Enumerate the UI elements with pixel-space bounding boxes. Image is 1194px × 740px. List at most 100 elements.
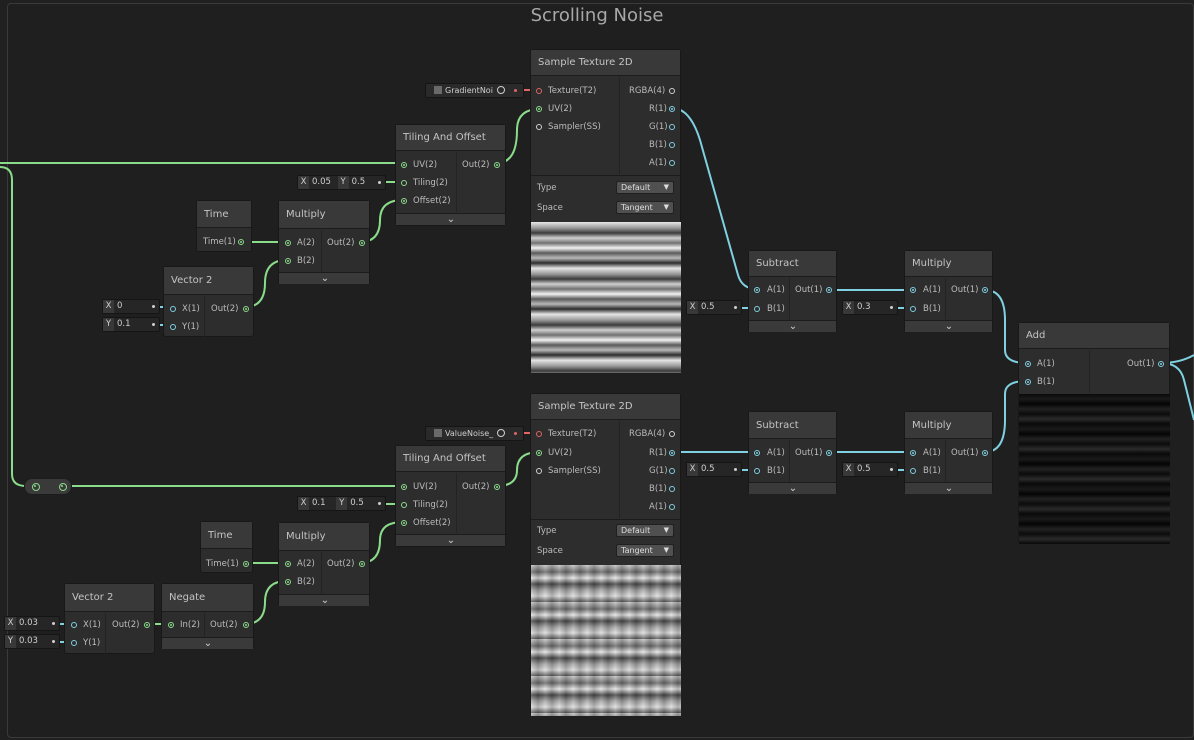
out-port[interactable] — [826, 287, 832, 293]
r-out-port[interactable] — [669, 450, 675, 456]
out-port[interactable] — [494, 484, 500, 490]
uv-in-port[interactable] — [536, 106, 542, 112]
subtract-node[interactable]: Subtract A(1) B(1) Out(1) ⌄ — [748, 411, 837, 494]
a-out-port[interactable] — [669, 504, 675, 510]
negate-node[interactable]: Negate In(2) Out(2) ⌄ — [161, 583, 254, 649]
sample-texture-node[interactable]: Sample Texture 2D Texture(T2) UV(2) Samp… — [530, 49, 681, 373]
out-port[interactable] — [359, 561, 365, 567]
b-out-port[interactable] — [669, 142, 675, 148]
b-in-port[interactable] — [754, 306, 760, 312]
out-port[interactable] — [494, 162, 500, 168]
a-in-port[interactable] — [285, 240, 291, 246]
b-in-port[interactable] — [285, 579, 291, 585]
expand-footer[interactable]: ⌄ — [905, 320, 992, 332]
out-port[interactable] — [982, 287, 988, 293]
vector2-y-field[interactable]: Y 0.03 — [4, 634, 60, 649]
multiply-b-field[interactable]: X 0.5 — [842, 462, 898, 477]
offset-in-port[interactable] — [401, 198, 407, 204]
multiply-node[interactable]: Multiply A(2) B(2) Out(2) ⌄ — [278, 200, 370, 284]
offset-in-port[interactable] — [401, 520, 407, 526]
subtract-node[interactable]: Subtract A(1) B(1) Out(1) ⌄ — [748, 250, 837, 332]
tiling-offset-node[interactable]: Tiling And Offset UV(2) Tiling(2) Offset… — [395, 124, 506, 226]
expand-footer[interactable]: ⌄ — [279, 272, 369, 284]
a-in-port[interactable] — [1025, 361, 1031, 367]
x-in-port[interactable] — [170, 306, 176, 312]
out-port[interactable] — [982, 450, 988, 456]
b-in-port[interactable] — [910, 306, 916, 312]
b-in-port[interactable] — [1025, 379, 1031, 385]
out-port[interactable] — [1158, 361, 1164, 367]
expand-footer[interactable]: ⌄ — [162, 637, 253, 649]
r-out-port[interactable] — [669, 106, 675, 112]
chevron-down-icon[interactable]: ⌄ — [943, 321, 955, 332]
add-node[interactable]: Add A(1) B(1) Out(1) — [1018, 322, 1170, 544]
x-in-port[interactable] — [71, 622, 77, 628]
g-out-port[interactable] — [669, 124, 675, 130]
time-node[interactable]: Time Time(1) — [200, 521, 253, 573]
chevron-down-icon[interactable]: ⌄ — [787, 321, 799, 332]
sampler-in-port[interactable] — [536, 124, 542, 130]
expand-footer[interactable]: ⌄ — [749, 320, 836, 332]
subtract-b-field[interactable]: X 0.5 — [686, 300, 742, 315]
out-port[interactable] — [144, 622, 150, 628]
expand-footer[interactable]: ⌄ — [396, 213, 505, 225]
multiply-b-field[interactable]: X 0.3 — [842, 300, 898, 315]
chevron-down-icon[interactable]: ⌄ — [445, 214, 457, 225]
shader-graph-canvas[interactable]: Scrolling Noise Time Time(1) Multiply A(… — [0, 0, 1194, 740]
expand-footer[interactable]: ⌄ — [396, 534, 505, 546]
out-port[interactable] — [243, 622, 249, 628]
uv-in-port[interactable] — [401, 162, 407, 168]
texture-field[interactable]: GradientNoi — [425, 83, 524, 98]
rgba-out-port[interactable] — [669, 88, 675, 94]
sample-texture-node[interactable]: Sample Texture 2D Texture(T2) UV(2) Samp… — [530, 393, 681, 716]
uv-in-port[interactable] — [536, 450, 542, 456]
out-port[interactable] — [243, 306, 249, 312]
vector2-node[interactable]: Vector 2 X(1) Y(1) Out(2) — [163, 266, 254, 337]
texture-in-port[interactable] — [536, 431, 542, 437]
tiling-in-port[interactable] — [401, 180, 407, 186]
tiling-field[interactable]: X 0.05 Y 0.5 — [297, 175, 386, 190]
a-in-port[interactable] — [754, 287, 760, 293]
vector2-x-field[interactable]: X 0.03 — [4, 616, 60, 631]
expand-footer[interactable]: ⌄ — [749, 482, 836, 494]
vector2-y-field[interactable]: Y 0.1 — [102, 317, 160, 332]
time-out-port[interactable] — [243, 561, 249, 567]
a-in-port[interactable] — [910, 450, 916, 456]
rgba-out-port[interactable] — [669, 431, 675, 437]
time-out-port[interactable] — [238, 239, 244, 245]
g-out-port[interactable] — [669, 468, 675, 474]
b-in-port[interactable] — [285, 258, 291, 264]
redirect-in-port[interactable] — [32, 483, 40, 491]
object-picker-icon[interactable] — [496, 86, 505, 94]
sampler-in-port[interactable] — [536, 468, 542, 474]
tiling-field[interactable]: X 0.1 Y 0.5 — [297, 496, 386, 511]
multiply-node[interactable]: Multiply A(2) B(2) Out(2) ⌄ — [278, 522, 370, 606]
b-in-port[interactable] — [910, 468, 916, 474]
out-port[interactable] — [826, 450, 832, 456]
b-out-port[interactable] — [669, 486, 675, 492]
y-in-port[interactable] — [170, 324, 176, 330]
uv-in-port[interactable] — [401, 484, 407, 490]
y-in-port[interactable] — [71, 640, 77, 646]
redirect-node[interactable] — [24, 478, 72, 495]
type-dropdown[interactable]: Default ▼ — [616, 181, 674, 194]
a-in-port[interactable] — [285, 561, 291, 567]
space-dropdown[interactable]: Tangent ▼ — [616, 544, 674, 557]
subtract-b-field[interactable]: X 0.5 — [686, 462, 742, 477]
a-in-port[interactable] — [910, 287, 916, 293]
out-port[interactable] — [359, 240, 365, 246]
tiling-in-port[interactable] — [401, 502, 407, 508]
tiling-offset-node[interactable]: Tiling And Offset UV(2) Tiling(2) Offset… — [395, 445, 506, 547]
multiply-float-node[interactable]: Multiply A(1) B(1) Out(1) ⌄ — [904, 250, 993, 332]
texture-field[interactable]: ValueNoise_ — [425, 426, 524, 441]
multiply-float-node[interactable]: Multiply A(1) B(1) Out(1) ⌄ — [904, 411, 993, 494]
expand-footer[interactable]: ⌄ — [279, 594, 369, 606]
redirect-out-port[interactable] — [59, 483, 67, 491]
space-dropdown[interactable]: Tangent ▼ — [616, 201, 674, 214]
b-in-port[interactable] — [754, 468, 760, 474]
chevron-down-icon[interactable]: ⌄ — [319, 595, 331, 606]
chevron-down-icon[interactable]: ⌄ — [319, 273, 331, 284]
object-picker-icon[interactable] — [497, 429, 506, 437]
chevron-down-icon[interactable]: ⌄ — [445, 535, 457, 546]
chevron-down-icon[interactable]: ⌄ — [787, 483, 799, 494]
